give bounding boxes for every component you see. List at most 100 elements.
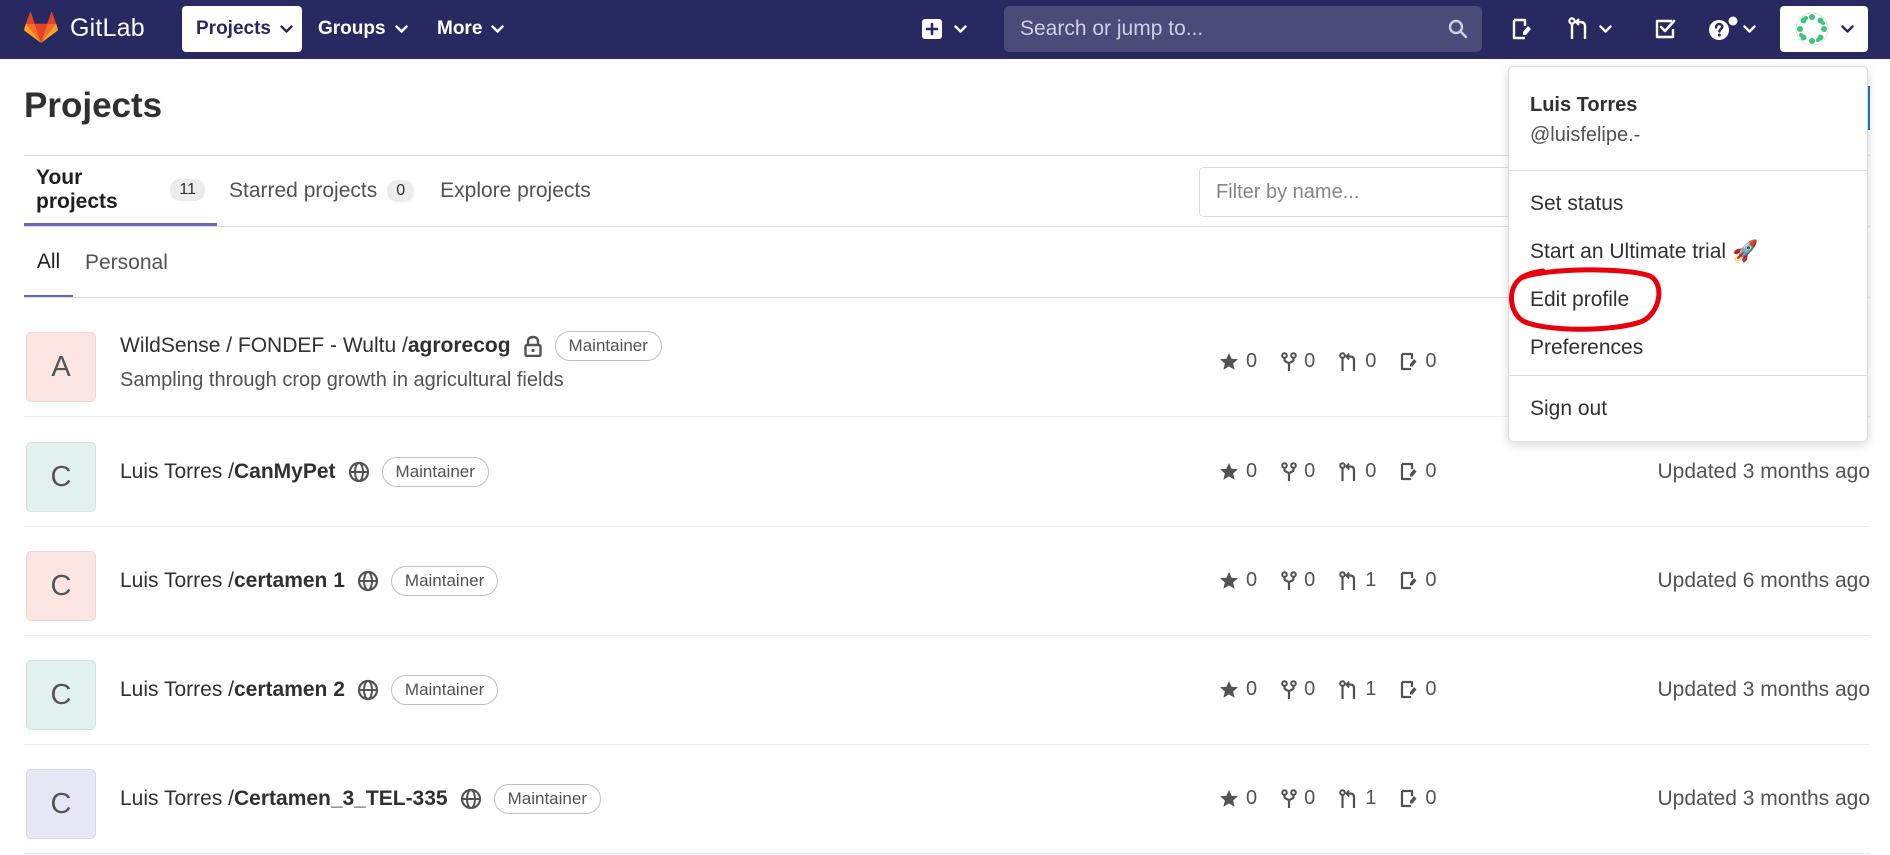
groups-menu-label: Groups	[318, 18, 386, 39]
project-namespace[interactable]: Luis Torres /	[120, 678, 234, 702]
tab-label: Explore projects	[440, 179, 591, 202]
stars-value: 0	[1246, 569, 1258, 591]
set-status-item[interactable]: Set status	[1530, 192, 1623, 216]
issues-count[interactable]: 0	[1400, 350, 1437, 373]
tab-your-projects[interactable]: Your projects 11	[24, 156, 217, 226]
groups-menu-button[interactable]: Groups	[304, 6, 422, 52]
merge-requests-count[interactable]: 0	[1339, 350, 1376, 373]
stars-count[interactable]: 0	[1219, 569, 1257, 592]
project-name[interactable]: CanMyPet	[234, 460, 336, 484]
user-handle[interactable]: @luisfelipe.-	[1530, 124, 1640, 147]
tab-starred-projects[interactable]: Starred projects 0	[217, 156, 426, 226]
project-name[interactable]: Certamen_3_TEL-335	[234, 787, 448, 811]
merge-requests-menu-button[interactable]	[1568, 10, 1612, 48]
issues-icon	[1401, 680, 1417, 699]
more-menu-label: More	[437, 18, 483, 39]
issues-icon	[1401, 462, 1417, 481]
project-name[interactable]: certamen 1	[234, 569, 345, 593]
role-badge: Maintainer	[554, 331, 662, 361]
chevron-down-icon	[954, 24, 967, 34]
merge-requests-count[interactable]: 1	[1339, 678, 1376, 701]
project-info: Luis Torres / CanMyPet Maintainer	[120, 417, 489, 526]
merge-requests-count[interactable]: 1	[1339, 787, 1376, 810]
projects-menu-label: Projects	[196, 18, 271, 39]
more-menu-button[interactable]: More	[423, 6, 518, 52]
project-avatar[interactable]: A	[26, 332, 96, 402]
role-badge: Maintainer	[493, 783, 601, 814]
issues-button[interactable]	[1511, 10, 1533, 48]
edit-profile-item[interactable]: Edit profile	[1530, 288, 1629, 312]
new-item-menu-button[interactable]	[922, 10, 967, 48]
updated-time: Updated 3 months ago	[1657, 677, 1870, 701]
issues-count[interactable]: 0	[1400, 678, 1437, 701]
tab-explore-projects[interactable]: Explore projects	[426, 156, 603, 226]
project-namespace[interactable]: Luis Torres /	[120, 787, 234, 811]
project-row[interactable]: C Luis Torres / Certamen_3_TEL-335 Maint…	[24, 744, 1870, 854]
project-avatar[interactable]: C	[26, 769, 96, 839]
merge-requests-value: 0	[1365, 350, 1377, 372]
merge-requests-count[interactable]: 1	[1339, 569, 1376, 592]
project-namespace[interactable]: Luis Torres /	[120, 569, 234, 593]
stars-count[interactable]: 0	[1219, 460, 1257, 483]
subtab-label: Personal	[85, 251, 168, 274]
menu-divider	[1509, 375, 1867, 376]
search-input[interactable]	[1018, 16, 1448, 42]
project-namespace[interactable]: WildSense / FONDEF - Wultu /	[120, 334, 408, 358]
project-avatar[interactable]: C	[26, 442, 96, 512]
project-namespace[interactable]: Luis Torres /	[120, 460, 234, 484]
todos-button[interactable]	[1654, 10, 1676, 48]
user-full-name[interactable]: Luis Torres	[1530, 94, 1637, 117]
project-avatar[interactable]: C	[26, 660, 96, 730]
project-title: Luis Torres / certamen 1 Maintainer	[120, 565, 499, 596]
global-search[interactable]	[1004, 6, 1482, 52]
sign-out-item[interactable]: Sign out	[1530, 397, 1607, 421]
star-icon	[1220, 681, 1238, 698]
issues-value: 0	[1425, 678, 1437, 700]
project-name[interactable]: agrorecog	[408, 334, 511, 358]
project-row[interactable]: C Luis Torres / certamen 1 Maintainer 0 …	[24, 526, 1870, 636]
stars-count[interactable]: 0	[1219, 787, 1257, 810]
forks-count[interactable]: 0	[1281, 678, 1315, 701]
fork-icon	[1281, 570, 1297, 590]
project-name[interactable]: certamen 2	[234, 678, 345, 702]
issues-count[interactable]: 0	[1400, 787, 1437, 810]
stars-count[interactable]: 0	[1219, 678, 1257, 701]
issues-icon	[1401, 571, 1417, 590]
issues-icon	[1401, 789, 1417, 808]
globe-icon	[357, 679, 379, 701]
globe-icon	[357, 570, 379, 592]
subtab-label: All	[36, 249, 61, 273]
merge-request-icon	[1339, 461, 1356, 481]
todo-checkbox-icon	[1654, 18, 1676, 40]
project-stats: 0 0 1 0	[1219, 744, 1461, 853]
issues-count[interactable]: 0	[1400, 569, 1437, 592]
project-row[interactable]: C Luis Torres / certamen 2 Maintainer 0 …	[24, 635, 1870, 745]
user-menu-button[interactable]	[1780, 6, 1868, 52]
merge-request-icon	[1339, 679, 1356, 699]
search-icon	[1448, 19, 1468, 39]
forks-count[interactable]: 0	[1281, 350, 1315, 373]
merge-requests-value: 0	[1365, 460, 1377, 482]
merge-requests-count[interactable]: 0	[1339, 460, 1376, 483]
project-avatar[interactable]: C	[26, 551, 96, 621]
subtab-all[interactable]: All	[24, 228, 73, 298]
fork-icon	[1281, 788, 1297, 808]
projects-menu-button[interactable]: Projects	[182, 6, 302, 52]
gitlab-home-link[interactable]: GitLab	[24, 12, 145, 44]
chevron-down-icon	[1599, 24, 1612, 34]
preferences-item[interactable]: Preferences	[1530, 336, 1643, 360]
globe-icon	[348, 461, 370, 483]
forks-count[interactable]: 0	[1281, 787, 1315, 810]
help-menu-button[interactable]	[1708, 10, 1756, 48]
project-info: Luis Torres / Certamen_3_TEL-335 Maintai…	[120, 744, 601, 853]
forks-count[interactable]: 0	[1281, 460, 1315, 483]
chevron-down-icon	[280, 24, 293, 34]
subtab-personal[interactable]: Personal	[73, 228, 180, 298]
forks-count[interactable]: 0	[1281, 569, 1315, 592]
stars-count[interactable]: 0	[1219, 350, 1257, 373]
issues-count[interactable]: 0	[1400, 460, 1437, 483]
merge-request-icon	[1339, 570, 1356, 590]
merge-request-icon	[1339, 351, 1356, 371]
project-title: Luis Torres / CanMyPet Maintainer	[120, 456, 489, 487]
start-ultimate-trial-item[interactable]: Start an Ultimate trial 🚀	[1530, 240, 1758, 264]
